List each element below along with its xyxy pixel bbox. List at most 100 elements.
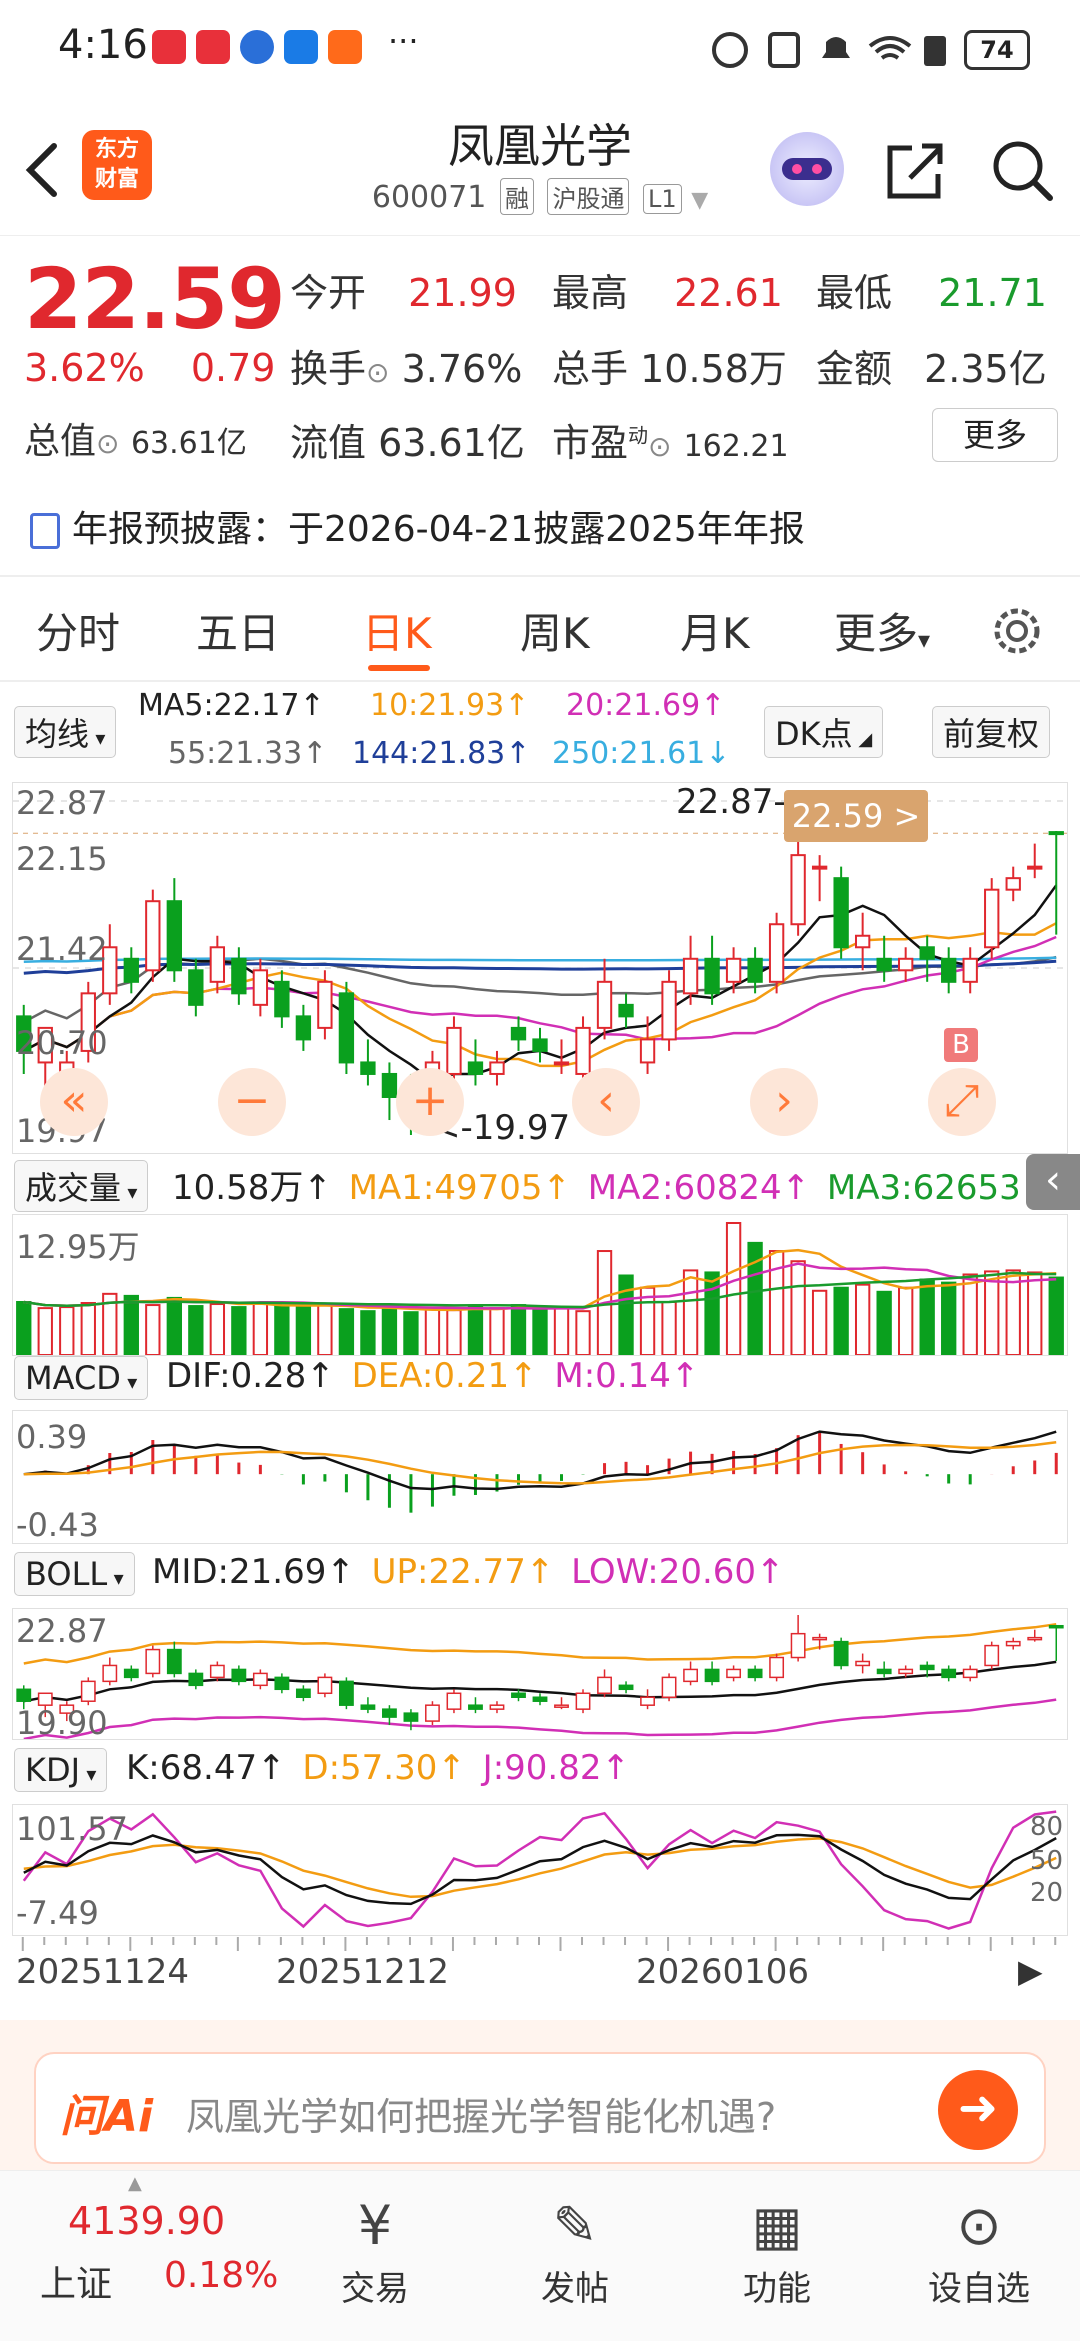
kline-ylabel-1: 22.87 <box>16 784 108 822</box>
volume-selector[interactable]: 成交量 ▾ <box>14 1160 149 1212</box>
caret-down-icon: ▾ <box>80 1762 97 1786</box>
huawei-app-icon <box>152 30 186 64</box>
boll-candle-body <box>554 1704 569 1708</box>
boll-selector[interactable]: BOLL ▾ <box>14 1552 135 1596</box>
kdj-panel[interactable] <box>12 1804 1068 1936</box>
boll-candle-body <box>833 1640 849 1667</box>
nav-add-watchlist[interactable]: ⊙ 设自选 <box>904 2191 1054 2310</box>
volume-bar <box>876 1290 892 1355</box>
volume-bar <box>575 1310 591 1355</box>
volume-bar <box>725 1222 742 1355</box>
collapse-panel-icon[interactable]: ‹ <box>1026 1154 1080 1210</box>
ma-selector[interactable]: 均线 ▾ <box>14 706 117 758</box>
nav-post[interactable]: ✎ 发帖 <box>500 2191 650 2310</box>
annual-report-notice[interactable]: 年报预披露：于2026-04-21披露2025年年报 <box>30 500 805 552</box>
boll-candle-body <box>360 1704 376 1710</box>
ai-logo: 问Ai <box>60 2091 154 2142</box>
kdj-level-80: 80 <box>1030 1812 1064 1842</box>
zoom-out-icon[interactable]: − <box>218 1068 286 1136</box>
kdj-j-line <box>22 1810 1057 1930</box>
robot-avatar-icon[interactable] <box>770 132 844 206</box>
nav-functions-label: 功能 <box>743 2269 811 2309</box>
volume-bar <box>489 1307 505 1355</box>
period-tabs: 分时 五日 日K 周K 月K 更多▾ <box>0 590 1080 680</box>
battery-indicator: 74 <box>964 30 1030 70</box>
volume-bar <box>682 1269 699 1355</box>
info-icon[interactable]: ⊙ <box>648 430 671 463</box>
candle-body <box>188 969 204 1006</box>
adjust-button[interactable]: 前复权 <box>932 706 1051 758</box>
ai-prompt: 凤凰光学如何把握光学智能化机遇? <box>186 2095 777 2139</box>
date-label-2: 20251212 <box>276 1952 450 1992</box>
ma20-label: 20:21.69↑ <box>566 688 726 723</box>
volume-bar <box>919 1278 935 1355</box>
candle-body <box>876 957 892 972</box>
tab-intraday[interactable]: 分时 <box>36 600 120 661</box>
candle-body <box>510 1026 527 1041</box>
share-icon[interactable] <box>882 138 948 204</box>
candle-body <box>252 969 269 1006</box>
kdj-selector[interactable]: KDJ ▾ <box>14 1748 108 1792</box>
boll-candle-body <box>941 1668 957 1679</box>
nav-functions[interactable]: ▦ 功能 <box>702 2191 852 2310</box>
volume-value: 10.58万 <box>640 347 787 391</box>
scroll-left-icon[interactable]: ‹ <box>572 1068 640 1136</box>
boll-candle-body <box>231 1668 247 1683</box>
buy-signal-marker[interactable]: B <box>944 1028 978 1062</box>
date-label-3: 20260106 <box>636 1952 810 1992</box>
candle-body <box>661 980 677 1041</box>
settings-gear-icon[interactable] <box>990 604 1044 658</box>
tab-monthly-k[interactable]: 月K <box>680 600 750 661</box>
tag-margin: 融 <box>499 178 534 215</box>
tab-five-day[interactable]: 五日 <box>196 600 280 661</box>
volume-bar <box>898 1286 914 1355</box>
ai-ask-bar[interactable]: 问Ai 凤凰光学如何把握光学智能化机遇? ➜ <box>34 2052 1046 2164</box>
macd-panel[interactable] <box>12 1410 1068 1544</box>
status-icons <box>712 32 946 68</box>
search-icon[interactable] <box>988 136 1056 204</box>
tab-daily-k[interactable]: 日K <box>362 600 432 661</box>
index-widget[interactable]: 4139.90 <box>68 2199 225 2243</box>
volume-bar <box>145 1304 161 1355</box>
candle-body <box>768 923 785 983</box>
boll-candle-body <box>790 1632 806 1659</box>
volume-max-label: 12.95万 <box>16 1228 140 1266</box>
caret-down-icon: ▾ <box>89 726 106 750</box>
nav-trade[interactable]: ¥ 交易 <box>300 2191 450 2310</box>
volume-panel[interactable] <box>12 1214 1068 1356</box>
boll-candle-body <box>123 1668 139 1679</box>
candle-body <box>1027 865 1043 870</box>
play-next-icon[interactable]: ▶ <box>1018 1952 1043 1990</box>
dk-point-button[interactable]: DK点 ◢ <box>764 706 884 758</box>
caret-down-icon: ▾ <box>107 1566 124 1590</box>
volume-bar <box>252 1302 269 1355</box>
boll-candle-body <box>145 1648 161 1675</box>
more-quote-button[interactable]: 更多 <box>932 408 1058 462</box>
boll-candle-body <box>274 1676 290 1691</box>
boll-panel[interactable] <box>12 1608 1068 1740</box>
macd-selector[interactable]: MACD ▾ <box>14 1356 149 1400</box>
kdj-d: D:57.30↑ <box>302 1748 466 1788</box>
candle-body <box>489 1061 505 1075</box>
candle-body <box>274 980 290 1018</box>
info-icon[interactable]: ⊙ <box>366 356 389 389</box>
boll-candle-body <box>209 1664 225 1679</box>
fullscreen-icon[interactable]: ⤢ <box>928 1068 996 1136</box>
ai-send-arrow-icon[interactable]: ➜ <box>938 2070 1018 2150</box>
volume-ma3: MA3:62653↑ <box>826 1168 1050 1208</box>
boll-candle-body <box>338 1680 354 1706</box>
boll-candle-body <box>919 1664 935 1671</box>
volume-bar <box>811 1289 828 1355</box>
scroll-right-icon[interactable]: › <box>750 1068 818 1136</box>
tab-weekly-k[interactable]: 周K <box>520 600 590 661</box>
boll-selector-label: BOLL <box>25 1555 108 1593</box>
price-tag[interactable]: 22.59 > <box>784 790 928 842</box>
turnover-value: 3.76% <box>401 347 523 391</box>
volume-bar <box>984 1270 1000 1355</box>
zoom-in-icon[interactable]: + <box>396 1068 464 1136</box>
ma250-label: 250:21.61↓ <box>552 736 731 771</box>
info-icon[interactable]: ⊙ <box>96 427 119 460</box>
tab-more[interactable]: 更多▾ <box>834 600 930 661</box>
scroll-left-fast-icon[interactable]: « <box>40 1068 108 1136</box>
boll-candle-body <box>295 1688 311 1698</box>
